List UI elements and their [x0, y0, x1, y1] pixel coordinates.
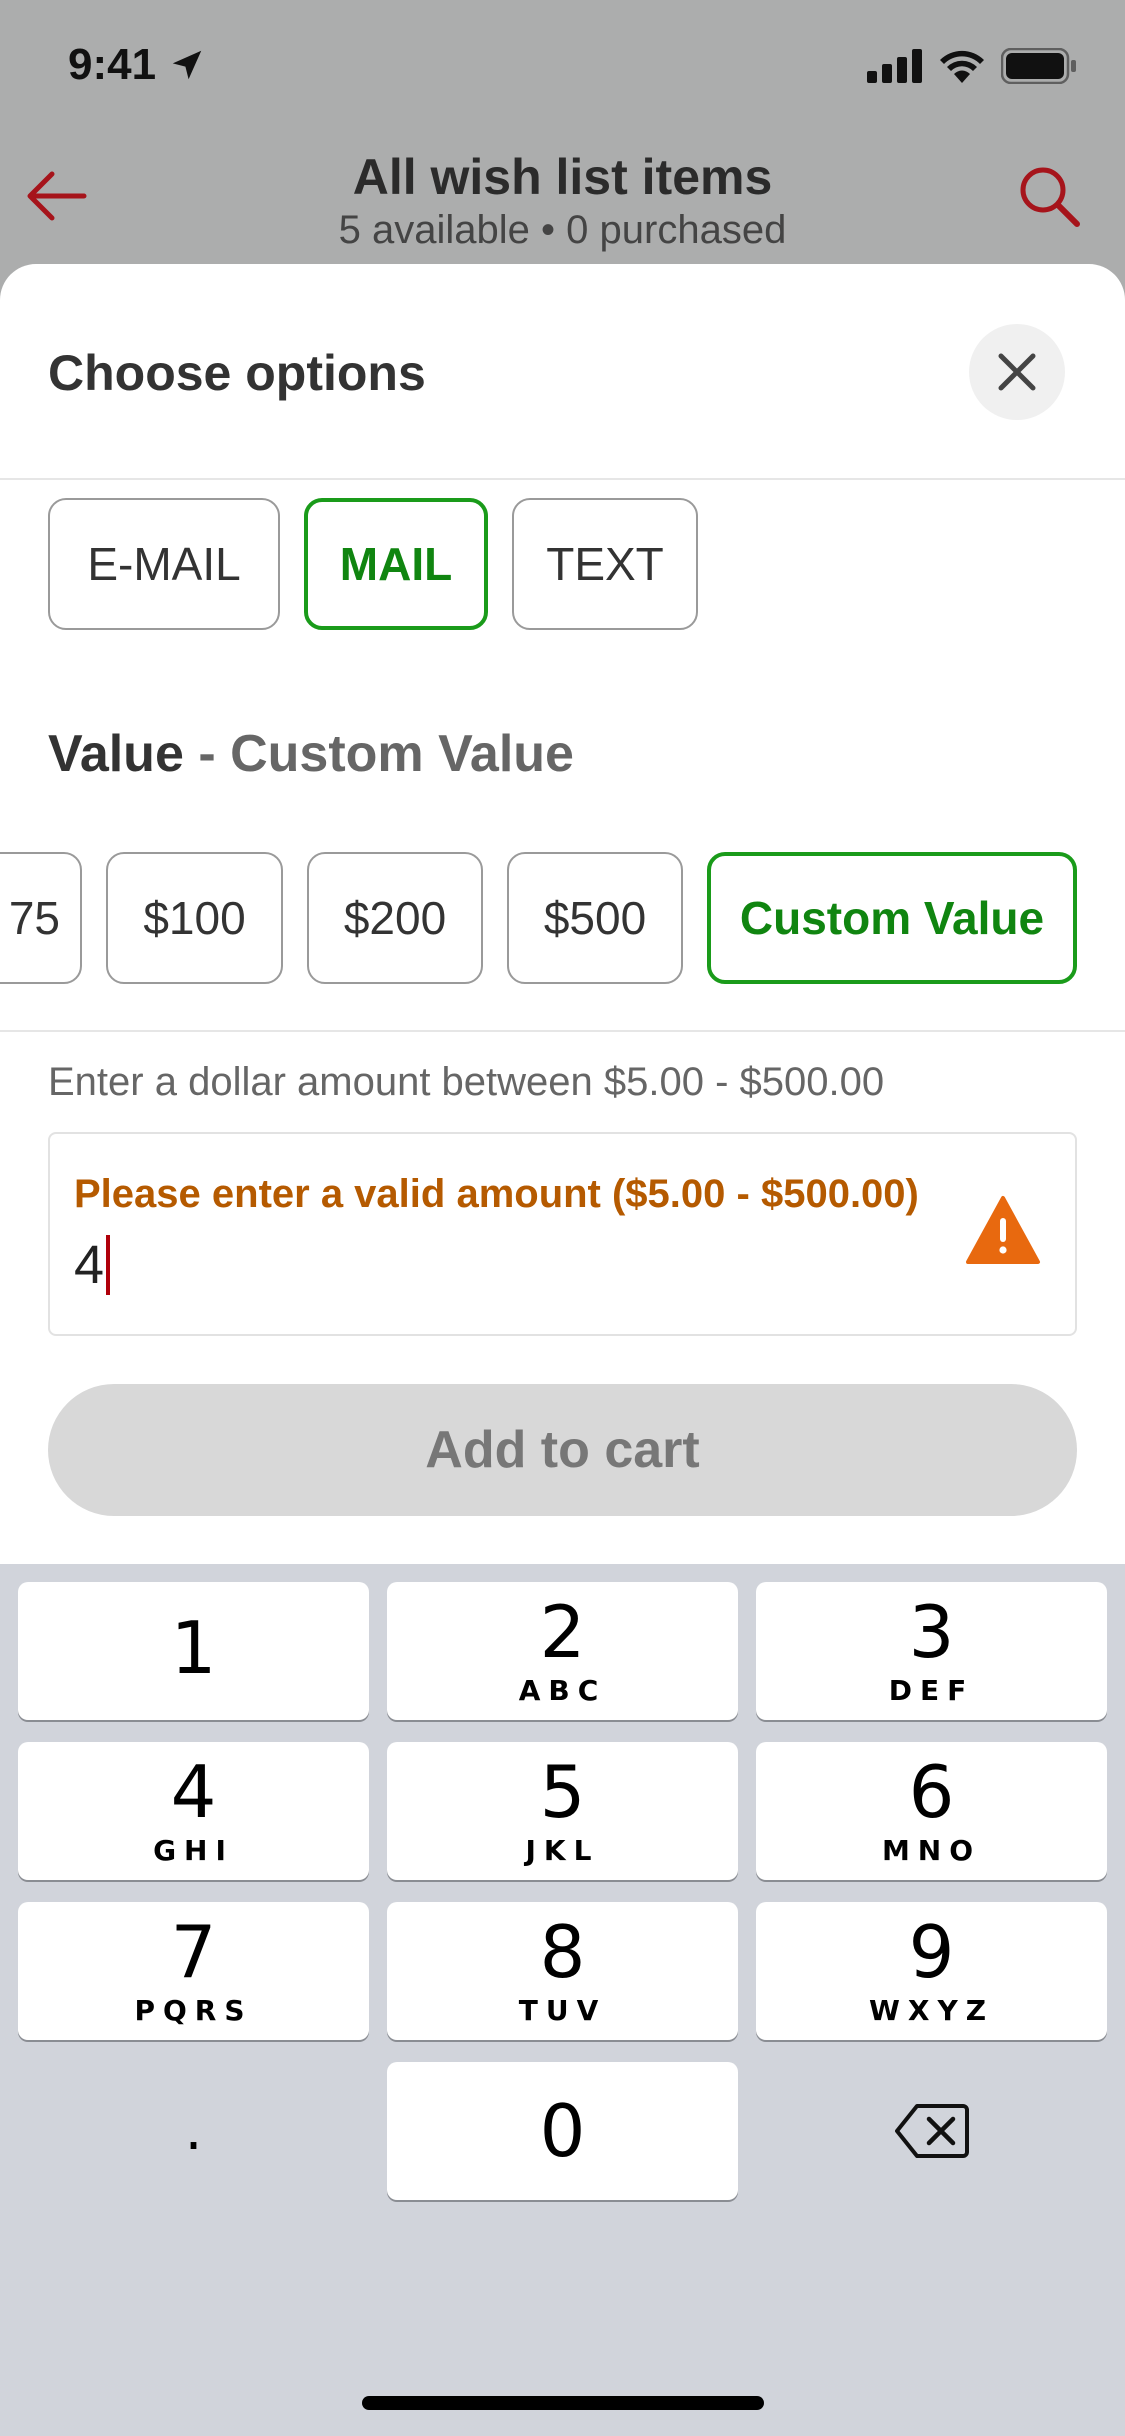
- key-6[interactable]: 6 MNO: [756, 1742, 1107, 1880]
- status-time: 9:41: [68, 40, 206, 90]
- key-0[interactable]: 0: [387, 2062, 738, 2200]
- time-text: 9:41: [68, 40, 157, 89]
- search-icon[interactable]: [1013, 160, 1085, 232]
- key-letters: JKL: [525, 1833, 600, 1867]
- home-indicator[interactable]: [362, 2396, 764, 2410]
- add-to-cart-button[interactable]: Add to cart: [48, 1384, 1077, 1516]
- key-number: 4: [170, 1749, 217, 1834]
- delivery-option-label: E-MAIL: [87, 538, 241, 590]
- key-9[interactable]: 9 WXYZ: [756, 1902, 1107, 2040]
- page-header: All wish list items 5 available • 0 purc…: [0, 140, 1125, 280]
- key-decimal[interactable]: .: [18, 2062, 369, 2200]
- key-number: 2: [539, 1589, 586, 1674]
- location-arrow-icon: [172, 50, 202, 80]
- amount-option-200[interactable]: $200: [307, 852, 483, 984]
- key-3[interactable]: 3 DEF: [756, 1582, 1107, 1720]
- key-number: 8: [539, 1909, 586, 1994]
- key-letters: PQRS: [134, 1993, 253, 2027]
- amount-option-label: $100: [143, 892, 246, 944]
- amount-option-label: Custom Value: [739, 892, 1045, 944]
- key-letters: GHI: [153, 1833, 234, 1867]
- key-1[interactable]: 1: [18, 1582, 369, 1720]
- amount-option-label: $500: [543, 892, 647, 944]
- key-number: 3: [908, 1589, 955, 1674]
- amount-option-500[interactable]: $500: [507, 852, 683, 984]
- sheet-title: Choose options: [48, 345, 426, 401]
- key-letters: WXYZ: [868, 1993, 995, 2027]
- backspace-icon: [894, 2104, 969, 2158]
- sheet-header: Choose options: [0, 264, 1125, 480]
- amount-option-custom[interactable]: Custom Value: [707, 852, 1077, 984]
- close-icon: [998, 353, 1036, 391]
- key-5[interactable]: 5 JKL: [387, 1742, 738, 1880]
- divider: [0, 1030, 1125, 1032]
- value-section-label: Value - Custom Value: [48, 724, 574, 784]
- key-letters: ABC: [518, 1673, 607, 1707]
- key-number: 6: [908, 1749, 955, 1834]
- key-4[interactable]: 4 GHI: [18, 1742, 369, 1880]
- numeric-keyboard: 1 2 ABC 3 DEF 4 GHI 5 JKL 6 MNO 7 PQRS 8…: [0, 1564, 1125, 2436]
- value-separator: -: [198, 725, 216, 783]
- key-delete[interactable]: [756, 2062, 1107, 2200]
- amount-hint: Enter a dollar amount between $5.00 - $5…: [48, 1060, 885, 1104]
- amount-error-message: Please enter a valid amount ($5.00 - $50…: [74, 1172, 919, 1216]
- amount-input-value[interactable]: 4: [74, 1234, 111, 1296]
- key-number: 0: [539, 2089, 586, 2173]
- key-2[interactable]: 2 ABC: [387, 1582, 738, 1720]
- battery-icon: [1001, 48, 1076, 84]
- key-letters: TUV: [518, 1993, 607, 2027]
- warning-icon: [966, 1196, 1040, 1264]
- key-number: 9: [908, 1909, 955, 1994]
- key-7[interactable]: 7 PQRS: [18, 1902, 369, 2040]
- wifi-icon: [940, 50, 984, 83]
- value-selected-label: Custom Value: [230, 725, 574, 783]
- key-letters: DEF: [888, 1673, 975, 1707]
- status-icons: [867, 48, 1077, 84]
- key-8[interactable]: 8 TUV: [387, 1902, 738, 2040]
- amount-value-text: 4: [74, 1235, 105, 1295]
- delivery-option-text[interactable]: TEXT: [512, 498, 698, 630]
- delivery-option-email[interactable]: E-MAIL: [48, 498, 280, 630]
- custom-amount-input[interactable]: Please enter a valid amount ($5.00 - $50…: [48, 1132, 1077, 1336]
- status-bar: 9:41: [0, 0, 1125, 140]
- delivery-option-label: TEXT: [546, 538, 664, 590]
- text-cursor: [106, 1235, 111, 1295]
- page-subtitle: 5 available • 0 purchased: [338, 208, 787, 252]
- amount-option-75[interactable]: 75: [0, 852, 82, 984]
- key-number: .: [184, 2098, 203, 2163]
- add-to-cart-label: Add to cart: [425, 1421, 700, 1479]
- value-label: Value: [48, 725, 184, 783]
- key-number: 7: [170, 1909, 217, 1994]
- key-letters: MNO: [881, 1833, 982, 1867]
- page-title: All wish list items: [352, 149, 773, 205]
- amount-option-100[interactable]: $100: [106, 852, 283, 984]
- cellular-signal-icon: [867, 49, 922, 83]
- delivery-option-mail[interactable]: MAIL: [304, 498, 488, 630]
- key-number: 5: [539, 1749, 586, 1834]
- key-number: 1: [170, 1606, 217, 1690]
- amount-option-label: 75: [8, 892, 60, 944]
- close-button[interactable]: [969, 324, 1065, 420]
- delivery-option-label: MAIL: [339, 538, 453, 590]
- amount-option-label: $200: [343, 892, 447, 944]
